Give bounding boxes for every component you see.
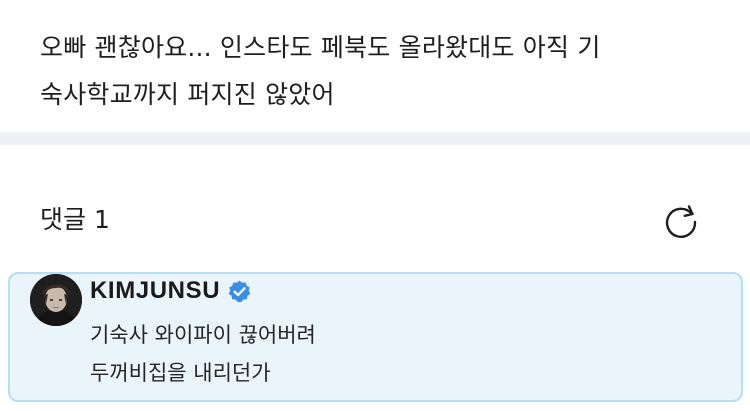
refresh-icon[interactable] bbox=[660, 201, 702, 243]
comment-author[interactable]: KIMJUNSU bbox=[90, 277, 220, 305]
comment-item: KIMJUNSU 기숙사 와이파이 끊어버려 두꺼비집을 내리던가 bbox=[8, 272, 743, 402]
avatar[interactable] bbox=[30, 274, 82, 326]
post-text: 오빠 괜찮아요... 인스타도 페북도 올라왔대도 아직 기 숙사학교까지 퍼지… bbox=[40, 33, 601, 109]
comment-author-row: KIMJUNSU bbox=[90, 277, 252, 305]
comments-header: 댓글 1 bbox=[0, 145, 750, 270]
section-divider bbox=[0, 132, 750, 145]
comments-title: 댓글 1 bbox=[40, 204, 110, 236]
comments-title-label: 댓글 bbox=[40, 205, 87, 234]
comments-count: 1 bbox=[94, 205, 110, 234]
comment-text: 기숙사 와이파이 끊어버려 두꺼비집을 내리던가 bbox=[90, 323, 316, 385]
avatar-image bbox=[30, 274, 82, 326]
post-body: 오빠 괜찮아요... 인스타도 페북도 올라왔대도 아직 기 숙사학교까지 퍼지… bbox=[0, 0, 750, 132]
verified-badge-icon bbox=[228, 280, 251, 302]
